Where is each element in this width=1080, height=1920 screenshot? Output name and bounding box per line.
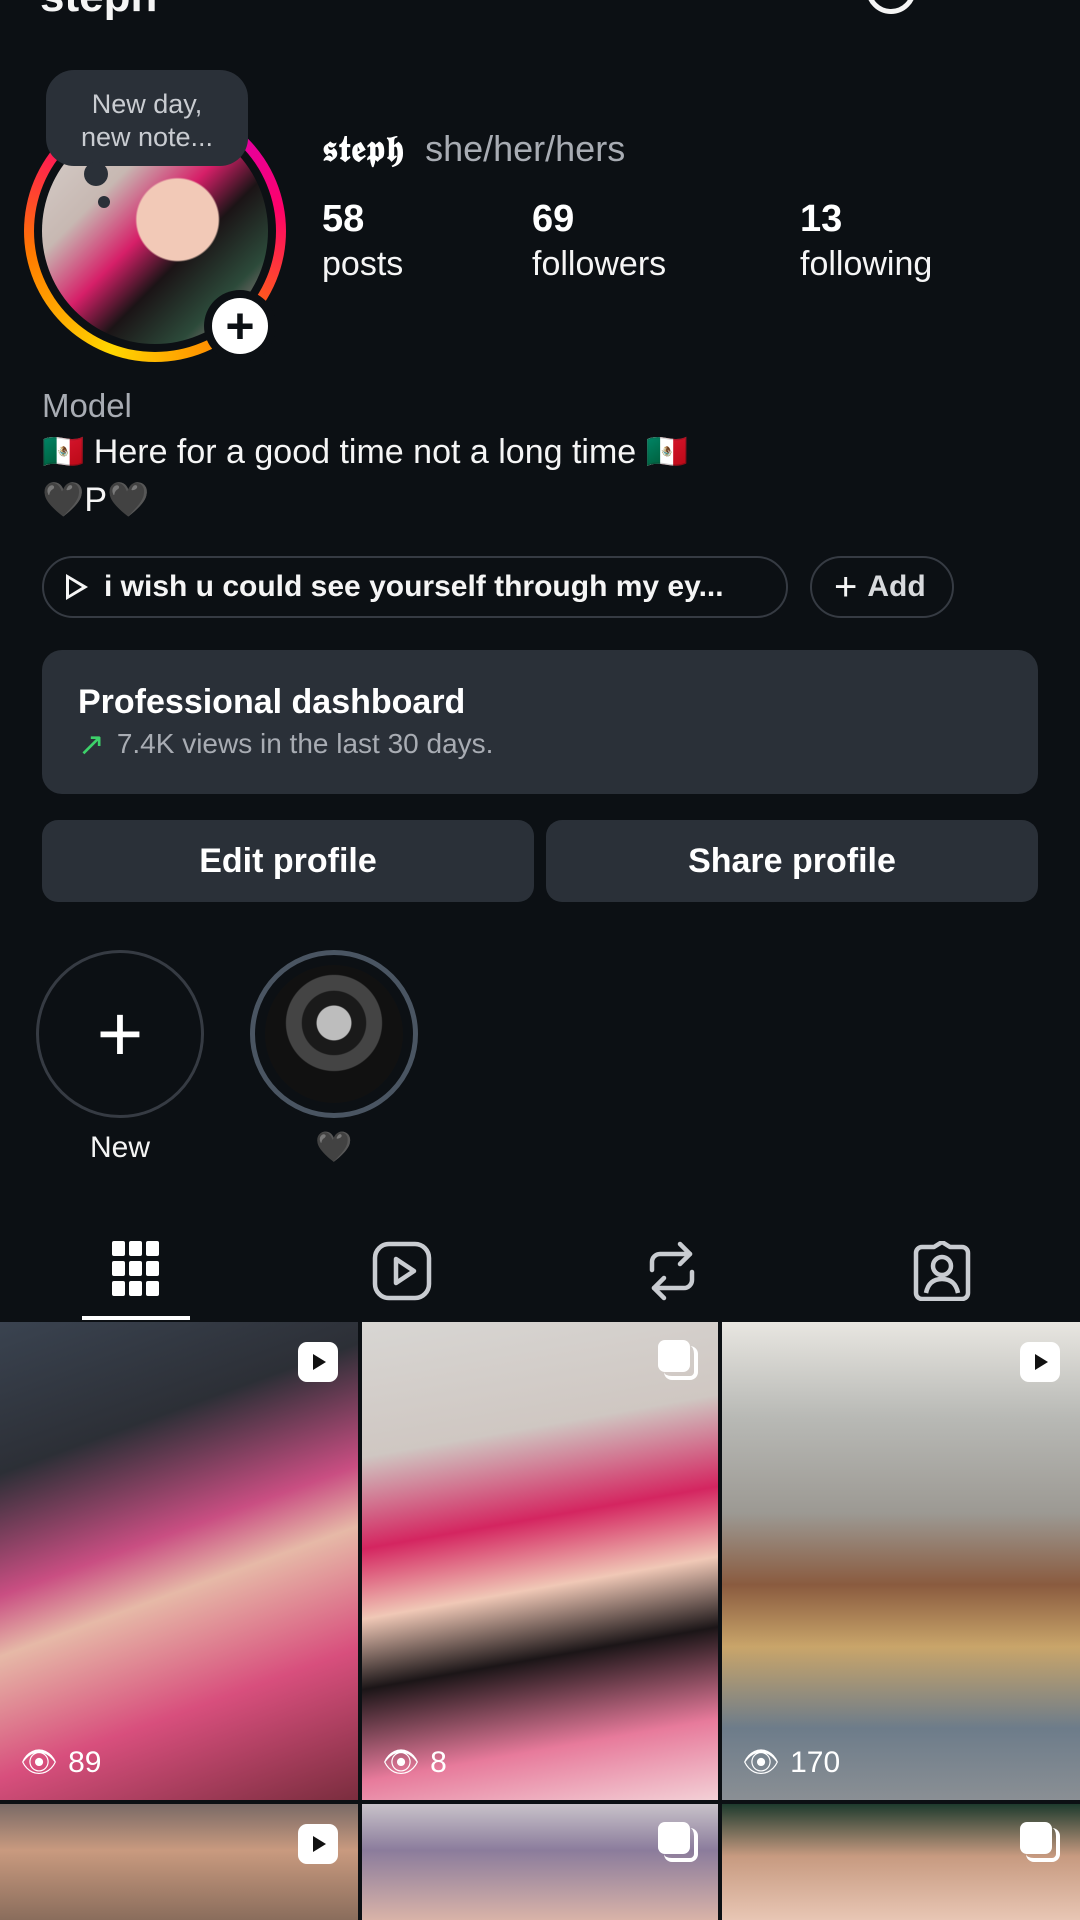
- name-row: 𝖘𝖙𝖊𝖕𝖍 she/her/hers: [322, 128, 625, 171]
- plus-icon: +: [834, 564, 858, 609]
- stat-following[interactable]: 13 following: [800, 196, 932, 286]
- views-count: 170: [790, 1745, 841, 1779]
- dashboard-title: Professional dashboard: [78, 683, 466, 721]
- share-profile-button[interactable]: Share profile: [546, 820, 1038, 902]
- followers-count: 69: [532, 198, 575, 240]
- play-icon: [66, 574, 88, 600]
- views-count: 89: [68, 1745, 102, 1779]
- plus-icon: +: [36, 950, 204, 1118]
- post-tile[interactable]: 👁 8: [362, 1322, 718, 1800]
- tab-tagged[interactable]: [888, 1222, 996, 1320]
- top-bar: steph: [0, 0, 1080, 20]
- note-line-2: new note...: [80, 122, 214, 152]
- pronouns: she/her/hers: [425, 128, 626, 169]
- reel-icon: [1020, 1342, 1060, 1382]
- note-tail: [84, 162, 108, 186]
- post-views: 👁 89: [20, 1745, 101, 1780]
- views-count: 8: [430, 1745, 447, 1779]
- carousel-icon: [658, 1822, 698, 1862]
- post-tile[interactable]: 👁 170: [722, 1322, 1080, 1800]
- posts-count: 58: [322, 198, 365, 240]
- reposts-icon: [649, 1241, 695, 1301]
- highlight-cover: [265, 965, 403, 1103]
- post-tile[interactable]: [362, 1804, 718, 1920]
- threads-icon[interactable]: [866, 0, 916, 14]
- profile-name: 𝖘𝖙𝖊𝖕𝖍: [322, 128, 406, 170]
- highlight-new[interactable]: + New: [36, 950, 204, 1166]
- post-views: 👁 170: [742, 1745, 840, 1780]
- add-story-button[interactable]: +: [204, 290, 276, 362]
- professional-dashboard[interactable]: Professional dashboard ↗ 7.4K views in t…: [42, 650, 1038, 794]
- edit-profile-button[interactable]: Edit profile: [42, 820, 534, 902]
- plus-icon: +: [212, 298, 268, 354]
- bio-line-1: 🇲🇽 Here for a good time not a long time …: [42, 433, 688, 471]
- tab-reels[interactable]: [348, 1222, 456, 1320]
- stat-followers[interactable]: 69 followers: [532, 196, 666, 286]
- dashboard-views-text: 7.4K views in the last 30 days.: [116, 728, 494, 759]
- stat-posts[interactable]: 58 posts: [322, 196, 403, 286]
- dashboard-subtitle: ↗ 7.4K views in the last 30 days.: [78, 722, 1038, 766]
- add-chip-label: Add: [867, 570, 926, 603]
- music-chip-label: i wish u could see yourself through my e…: [104, 570, 724, 603]
- tab-reposts[interactable]: [618, 1222, 726, 1320]
- posts-label: posts: [322, 245, 404, 283]
- following-count: 13: [800, 198, 843, 240]
- username-title[interactable]: steph: [40, 0, 157, 20]
- note-bubble[interactable]: New day, new note...: [46, 70, 248, 166]
- music-chip[interactable]: i wish u could see yourself through my e…: [42, 556, 788, 618]
- profile-category: Model: [42, 387, 132, 424]
- carousel-icon: [658, 1340, 698, 1380]
- grid-icon: [112, 1241, 159, 1296]
- highlight-heart[interactable]: 🖤: [250, 950, 418, 1166]
- reel-icon: [298, 1342, 338, 1382]
- add-chip[interactable]: + Add: [810, 556, 954, 618]
- post-views: 👁 8: [382, 1745, 447, 1780]
- reels-icon: [372, 1241, 432, 1301]
- followers-label: followers: [532, 245, 667, 283]
- highlight-label: 🖤: [315, 1131, 353, 1164]
- carousel-icon: [1020, 1822, 1060, 1862]
- post-tile[interactable]: [722, 1804, 1080, 1920]
- note-line-1: New day,: [91, 89, 203, 119]
- note-tail-small: [98, 196, 110, 208]
- profile-tabs: [0, 1222, 1080, 1320]
- eye-icon: 👁: [742, 1746, 781, 1779]
- tab-grid[interactable]: [82, 1222, 190, 1320]
- eye-icon: 👁: [382, 1746, 421, 1779]
- bio-line-2: 🖤P🖤: [42, 481, 150, 519]
- reel-icon: [298, 1824, 338, 1864]
- highlight-label: New: [89, 1131, 150, 1164]
- bio: Model 🇲🇽 Here for a good time not a long…: [42, 384, 1042, 524]
- tagged-icon: [913, 1241, 971, 1301]
- trend-up-icon: ↗: [78, 725, 105, 763]
- eye-icon: 👁: [20, 1746, 59, 1779]
- post-tile[interactable]: 👁 89: [0, 1322, 358, 1800]
- post-tile[interactable]: [0, 1804, 358, 1920]
- following-label: following: [800, 245, 933, 283]
